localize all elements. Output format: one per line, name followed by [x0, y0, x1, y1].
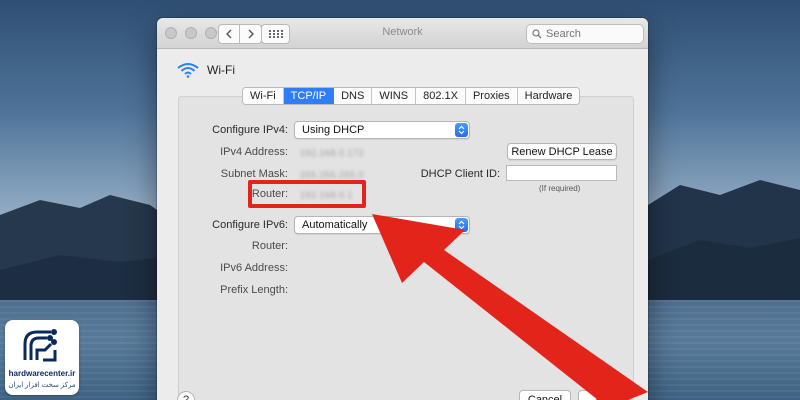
- tab-wifi[interactable]: Wi-Fi: [243, 88, 284, 104]
- tab-dns[interactable]: DNS: [334, 88, 373, 104]
- router-highlight-box: [248, 180, 366, 208]
- dhcp-client-id-label: DHCP Client ID:: [420, 168, 500, 180]
- ipv4-address-label: IPv4 Address:: [220, 146, 288, 158]
- subnet-mask-value: 255.255.255.0: [300, 170, 365, 180]
- tab-8021x[interactable]: 802.1X: [416, 88, 466, 104]
- search-icon: [532, 29, 542, 39]
- network-preferences-window: Network Wi-Fi Wi-Fi TCP/IP DNS WINS 802.…: [157, 18, 648, 400]
- title-bar[interactable]: Network: [157, 18, 648, 49]
- tab-tcpip[interactable]: TCP/IP: [283, 88, 335, 104]
- ipv4-address-value: 192.168.0.172: [300, 148, 365, 158]
- watermark-domain: hardwarecenter.ir: [8, 369, 76, 378]
- search-box[interactable]: [526, 24, 644, 44]
- tab-proxies[interactable]: Proxies: [465, 88, 518, 104]
- ipv6-address-label: IPv6 Address:: [220, 262, 288, 274]
- interface-name: Wi-Fi: [207, 63, 235, 77]
- watermark-logo: hardwarecenter.ir مرکز سخت افزار ایران: [5, 320, 79, 395]
- ok-button[interactable]: OK: [578, 390, 630, 400]
- tab-bar: Wi-Fi TCP/IP DNS WINS 802.1X Proxies Har…: [242, 87, 581, 105]
- configure-ipv4-label: Configure IPv4:: [212, 124, 288, 136]
- watermark-tagline: مرکز سخت افزار ایران: [8, 382, 76, 389]
- wifi-icon: [177, 63, 199, 78]
- tab-wins[interactable]: WINS: [372, 88, 417, 104]
- dhcp-client-id-input[interactable]: [507, 167, 616, 182]
- ipv6-router-label: Router:: [251, 240, 288, 252]
- configure-ipv6-label: Configure IPv6:: [212, 219, 288, 231]
- prefix-length-label: Prefix Length:: [220, 284, 288, 296]
- subnet-mask-label: Subnet Mask:: [220, 168, 288, 180]
- search-input[interactable]: [546, 28, 636, 40]
- configure-ipv4-value: Using DHCP: [302, 124, 365, 136]
- configure-ipv6-value: Automatically: [302, 219, 368, 231]
- updown-arrows-icon: [455, 123, 468, 137]
- dhcp-client-id-hint: (If required): [539, 184, 581, 193]
- configure-ipv4-select[interactable]: Using DHCP: [294, 121, 470, 139]
- renew-dhcp-lease-button[interactable]: Renew DHCP Lease: [507, 143, 617, 160]
- tab-hardware[interactable]: Hardware: [517, 88, 580, 104]
- updown-arrows-icon: [455, 218, 468, 232]
- dhcp-client-id-field[interactable]: [506, 165, 617, 182]
- cancel-button[interactable]: Cancel: [519, 390, 571, 400]
- circuit-logo-icon: [23, 329, 57, 362]
- interface-header: Wi-Fi: [177, 62, 235, 78]
- configure-ipv6-select[interactable]: Automatically: [294, 216, 470, 234]
